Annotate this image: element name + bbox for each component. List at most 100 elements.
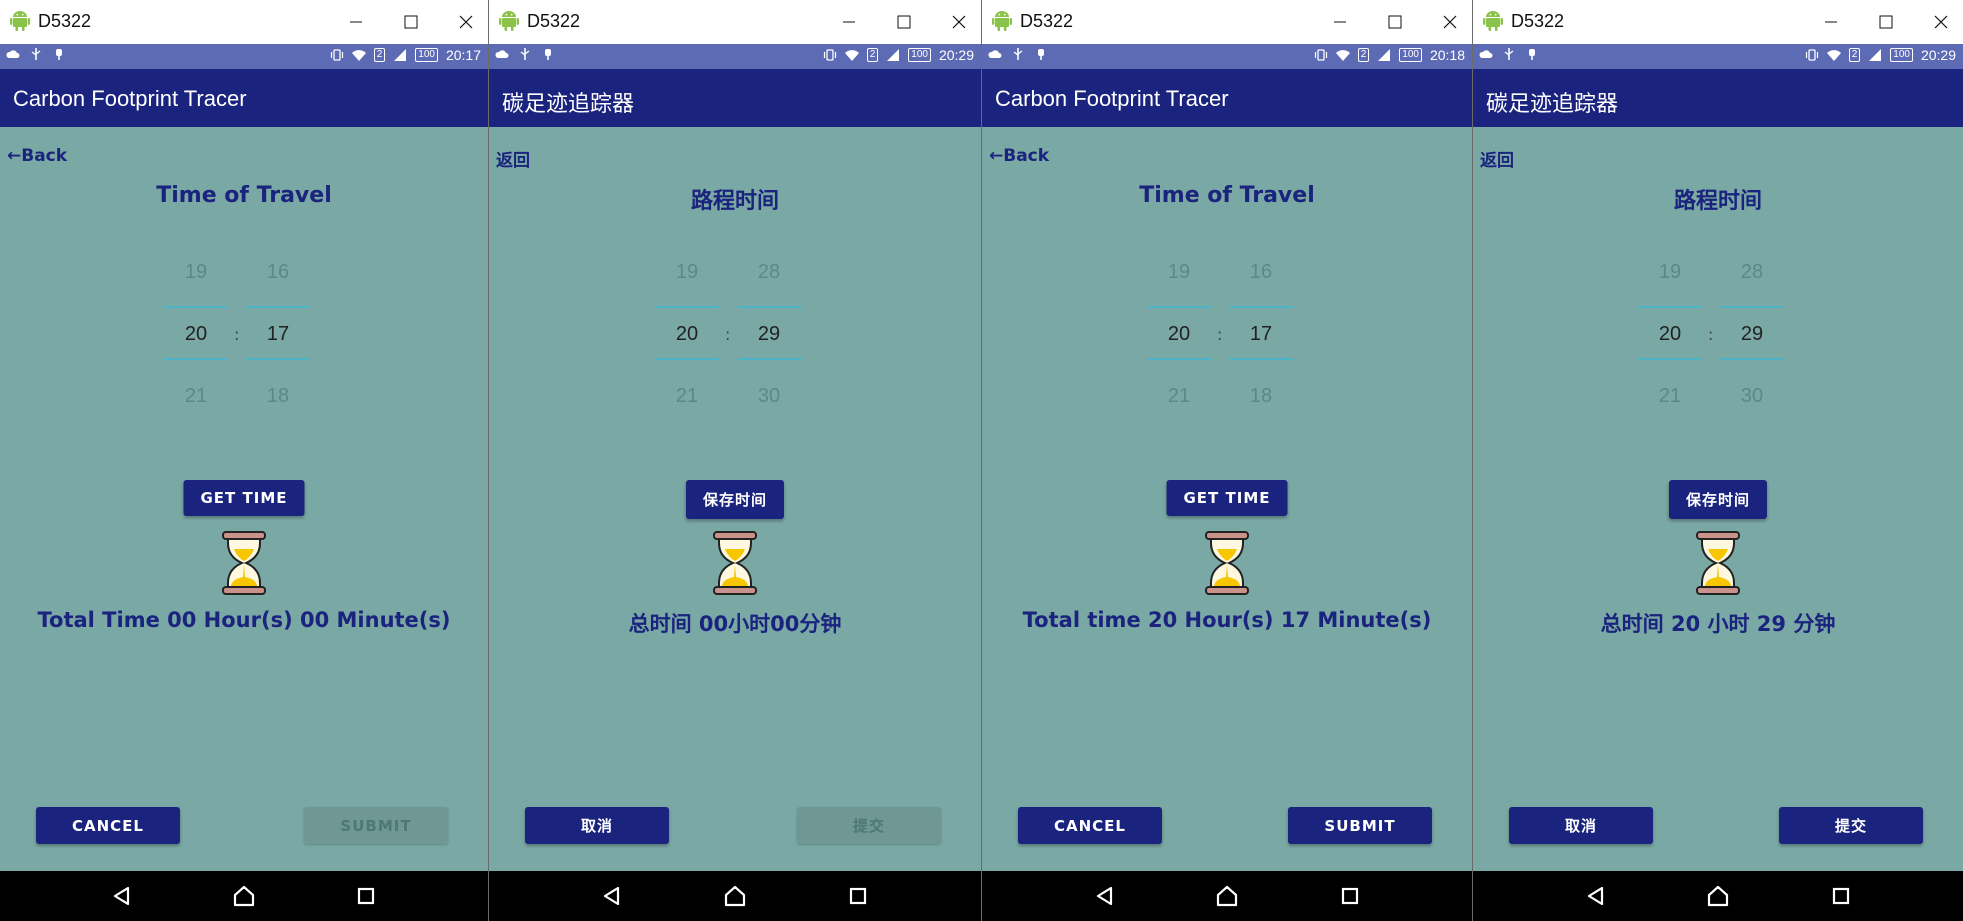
time-picker[interactable]: 19 20 21 : 16 17 18	[1147, 255, 1297, 408]
time-separator: :	[234, 325, 240, 344]
window-title: D5322	[527, 11, 581, 31]
minimize-button[interactable]	[334, 6, 378, 38]
hour-selected-value[interactable]: 20	[1638, 323, 1702, 346]
total-time-text: 总时间 20 小时 29 分钟	[1600, 612, 1836, 636]
get-time-button[interactable]: 保存时间	[1668, 480, 1768, 519]
minimize-button[interactable]	[1809, 6, 1853, 38]
cloud-icon	[6, 50, 20, 58]
minute-selected-value[interactable]: 17	[1229, 323, 1293, 346]
total-time-text: Total Time 00 Hour(s) 00 Minute(s)	[37, 608, 451, 632]
minute-next-value[interactable]: 30	[1720, 385, 1784, 408]
maximize-icon	[1879, 15, 1893, 29]
picker-divider	[655, 358, 719, 360]
notification-icons	[495, 47, 555, 61]
status-bar: 2 100 20:17	[0, 44, 488, 69]
hour-prev-value[interactable]: 19	[1147, 261, 1211, 284]
nav-home-icon[interactable]	[1705, 883, 1731, 909]
minute-selected-value[interactable]: 17	[246, 323, 310, 346]
nav-back-icon[interactable]	[1092, 883, 1118, 909]
picker-divider	[246, 306, 310, 308]
minute-next-value[interactable]: 30	[737, 385, 801, 408]
system-status: 2 100 20:17	[330, 47, 481, 63]
debug-icon	[56, 49, 62, 60]
hour-next-value[interactable]: 21	[1638, 385, 1702, 408]
cancel-button[interactable]: 取消	[1509, 807, 1653, 844]
notification-icons	[1479, 47, 1539, 61]
minute-prev-value[interactable]: 16	[246, 261, 310, 284]
minimize-button[interactable]	[827, 6, 871, 38]
time-picker[interactable]: 19 20 21 : 28 29 30	[1638, 255, 1788, 408]
minute-prev-value[interactable]: 28	[1720, 261, 1784, 284]
maximize-button[interactable]	[882, 6, 926, 38]
sim-badge: 2	[1848, 48, 1861, 62]
status-bar: 2 100 20:29	[489, 44, 981, 69]
status-time: 20:29	[1920, 47, 1956, 63]
hour-selected-value[interactable]: 20	[655, 323, 719, 346]
hourglass-icon	[1696, 531, 1740, 595]
minute-prev-value[interactable]: 16	[1229, 261, 1293, 284]
maximize-button[interactable]	[1864, 6, 1908, 38]
app-bar: Carbon Footprint Tracer	[982, 69, 1472, 127]
hour-selected-value[interactable]: 20	[164, 323, 228, 346]
nav-back-icon[interactable]	[1583, 883, 1609, 909]
maximize-button[interactable]	[1373, 6, 1417, 38]
app-bar: 碳足迹追踪器	[489, 69, 981, 127]
get-time-button[interactable]: GET TIME	[183, 480, 305, 516]
android-nav-bar	[982, 871, 1472, 921]
hourglass-icon	[1205, 531, 1249, 595]
page-heading: Time of Travel	[156, 183, 332, 208]
window-titlebar: D5322	[0, 0, 488, 44]
usb-icon	[31, 48, 41, 60]
minute-selected-value[interactable]: 29	[1720, 323, 1784, 346]
picker-divider	[1229, 358, 1293, 360]
get-time-button[interactable]: GET TIME	[1166, 480, 1288, 516]
maximize-button[interactable]	[389, 6, 433, 38]
emulator-window: D5322 2 100 20:18 Carbon Footprint Trace…	[982, 0, 1472, 921]
hour-prev-value[interactable]: 19	[1638, 261, 1702, 284]
nav-back-icon[interactable]	[109, 883, 135, 909]
nav-home-icon[interactable]	[231, 883, 257, 909]
close-button[interactable]	[937, 6, 981, 38]
get-time-button[interactable]: 保存时间	[685, 480, 785, 519]
minute-next-value[interactable]: 18	[246, 385, 310, 408]
hour-next-value[interactable]: 21	[1147, 385, 1211, 408]
cancel-button[interactable]: CANCEL	[1018, 807, 1162, 844]
minute-selected-value[interactable]: 29	[737, 323, 801, 346]
nav-back-icon[interactable]	[599, 883, 625, 909]
minute-next-value[interactable]: 18	[1229, 385, 1293, 408]
sim-badge: 2	[866, 48, 879, 62]
close-button[interactable]	[1428, 6, 1472, 38]
cancel-button[interactable]: CANCEL	[36, 807, 180, 844]
hour-next-value[interactable]: 21	[164, 385, 228, 408]
nav-home-icon[interactable]	[722, 883, 748, 909]
submit-button[interactable]: SUBMIT	[1288, 807, 1432, 844]
page-heading: 路程时间	[690, 189, 779, 214]
close-button[interactable]	[444, 6, 488, 38]
nav-home-icon[interactable]	[1214, 883, 1240, 909]
minute-prev-value[interactable]: 28	[737, 261, 801, 284]
nav-recents-icon[interactable]	[1337, 883, 1363, 909]
hour-prev-value[interactable]: 19	[164, 261, 228, 284]
hour-prev-value[interactable]: 19	[655, 261, 719, 284]
hour-next-value[interactable]: 21	[655, 385, 719, 408]
close-button[interactable]	[1919, 6, 1963, 38]
hour-selected-value[interactable]: 20	[1147, 323, 1211, 346]
cancel-button[interactable]: 取消	[525, 807, 669, 844]
nav-recents-icon[interactable]	[1828, 883, 1854, 909]
submit-button[interactable]: SUBMIT	[304, 807, 448, 844]
status-time: 20:18	[1429, 47, 1465, 63]
time-picker[interactable]: 19 20 21 : 28 29 30	[655, 255, 805, 408]
nav-recents-icon[interactable]	[845, 883, 871, 909]
android-icon	[992, 11, 1012, 31]
submit-button[interactable]: 提交	[1779, 807, 1923, 844]
back-link[interactable]: ←Back	[7, 146, 67, 166]
back-link[interactable]: 返回	[1480, 146, 1514, 171]
back-link[interactable]: ←Back	[989, 146, 1049, 166]
back-link[interactable]: 返回	[496, 146, 530, 171]
nav-recents-icon[interactable]	[353, 883, 379, 909]
time-picker[interactable]: 19 20 21 : 16 17 18	[164, 255, 314, 408]
total-time-text: Total time 20 Hour(s) 17 Minute(s)	[1022, 608, 1432, 632]
time-separator: :	[1708, 325, 1714, 344]
minimize-button[interactable]	[1318, 6, 1362, 38]
submit-button[interactable]: 提交	[797, 807, 941, 844]
